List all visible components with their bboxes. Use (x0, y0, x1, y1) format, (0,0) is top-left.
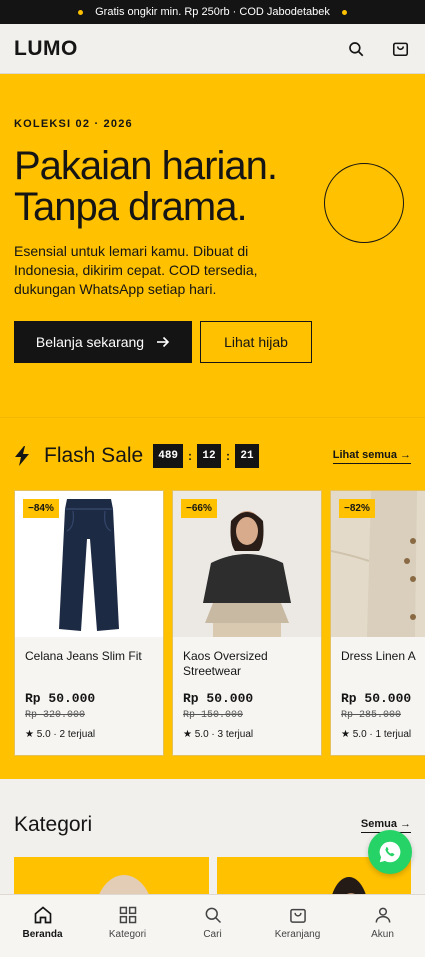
announcement-text: Gratis ongkir min. Rp 250rb · COD Jabode… (95, 6, 330, 18)
tab-label: Akun (371, 929, 394, 940)
bag-icon (289, 908, 306, 923)
star-icon: ★ (25, 729, 34, 740)
product-card[interactable]: −66% Kaos Oversized Streetwear Rp 50.000… (172, 490, 322, 756)
hero-section: KOLEKSI 02 · 2026 Pakaian harian. Tanpa … (0, 74, 425, 417)
bottom-tab-bar: Beranda Kategori Cari Keranjang Akun (0, 894, 425, 957)
search-icon[interactable] (345, 38, 367, 60)
product-carousel[interactable]: −84% Celana Jeans Slim Fit Rp 50.000 Rp … (14, 490, 425, 756)
see-all-label: Lihat semua (332, 448, 397, 461)
whatsapp-icon (379, 841, 401, 863)
tab-kategori[interactable]: Kategori (85, 895, 170, 957)
product-image-jeans[interactable]: −84% (15, 491, 163, 637)
bullet-icon (78, 9, 84, 15)
view-hijab-label: Lihat hijab (224, 334, 288, 350)
star-icon: ★ (341, 729, 350, 740)
rating-text: 5.0 · 2 terjual (36, 729, 96, 740)
product-card[interactable]: −84% Celana Jeans Slim Fit Rp 50.000 Rp … (14, 490, 164, 756)
product-rating: ★ 5.0 · 3 terjual (183, 729, 311, 740)
rating-text: 5.0 · 1 terjual (352, 729, 412, 740)
discount-badge: −82% (339, 499, 375, 518)
arrow-right-icon (157, 336, 170, 348)
tab-keranjang[interactable]: Keranjang (255, 895, 340, 957)
product-old-price: Rp 150.000 (183, 710, 244, 721)
countdown-separator: : (226, 449, 231, 463)
logo[interactable]: LUMO (14, 37, 78, 61)
discount-badge: −84% (23, 499, 59, 518)
flash-sale-title: Flash Sale (44, 444, 144, 467)
product-rating: ★ 5.0 · 2 terjual (25, 729, 153, 740)
discount-badge: −66% (181, 499, 217, 518)
whatsapp-button[interactable] (368, 830, 412, 874)
product-old-price: Rp 285.000 (341, 710, 402, 721)
lightning-icon (15, 446, 29, 466)
search-icon (205, 907, 221, 924)
view-hijab-button[interactable]: Lihat hijab (200, 321, 312, 363)
home-icon (34, 906, 51, 924)
site-header: LUMO (0, 24, 425, 74)
countdown-hours: 489 (153, 444, 184, 468)
product-image-tshirt[interactable]: −66% (173, 491, 321, 637)
decorative-circle (324, 163, 404, 243)
bag-icon[interactable] (389, 38, 411, 60)
hero-eyebrow: KOLEKSI 02 · 2026 (14, 118, 133, 130)
tab-beranda[interactable]: Beranda (0, 895, 85, 957)
tab-cari[interactable]: Cari (170, 895, 255, 957)
tab-akun[interactable]: Akun (340, 895, 425, 957)
hero-title-line2: Tanpa drama. (14, 185, 248, 229)
flash-sale-section: Flash Sale 489 : 12 : 21 Lihat semua → −… (0, 417, 425, 779)
product-name[interactable]: Celana Jeans Slim Fit (25, 649, 153, 681)
category-title: Kategori (14, 813, 93, 836)
bullet-icon (341, 9, 347, 15)
see-all-label: Semua (360, 817, 397, 830)
countdown-seconds: 21 (235, 444, 260, 468)
countdown-minutes: 12 (197, 444, 222, 468)
tab-label: Beranda (22, 929, 63, 940)
shop-now-button[interactable]: Belanja sekarang (14, 321, 192, 363)
tab-label: Kategori (108, 929, 147, 940)
product-price: Rp 50.000 (25, 691, 96, 706)
user-icon (375, 907, 390, 923)
rating-text: 5.0 · 3 terjual (194, 729, 254, 740)
product-name[interactable]: Dress Linen A (341, 649, 425, 681)
product-image-dress[interactable]: −82% (331, 491, 425, 637)
hero-title-line1: Pakaian harian. (14, 144, 278, 188)
tab-label: Keranjang (274, 929, 321, 940)
shop-now-label: Belanja sekarang (35, 334, 145, 350)
product-rating: ★ 5.0 · 1 terjual (341, 729, 425, 740)
product-name[interactable]: Kaos Oversized Streetwear (183, 649, 311, 681)
hero-description: Esensial untuk lemari kamu. Dibuat di In… (14, 243, 258, 297)
product-price: Rp 50.000 (183, 691, 254, 706)
product-old-price: Rp 320.000 (25, 710, 86, 721)
announcement-bar: Gratis ongkir min. Rp 250rb · COD Jabode… (0, 0, 425, 24)
star-icon: ★ (183, 729, 192, 740)
flash-see-all-link[interactable]: Lihat semua → (332, 448, 411, 464)
countdown-separator: : (188, 449, 193, 463)
tab-label: Cari (203, 929, 222, 940)
product-price: Rp 50.000 (341, 691, 412, 706)
grid-icon (119, 906, 136, 924)
product-card[interactable]: −82% Dress Linen A Rp 50.000 Rp 285.000 … (330, 490, 425, 756)
